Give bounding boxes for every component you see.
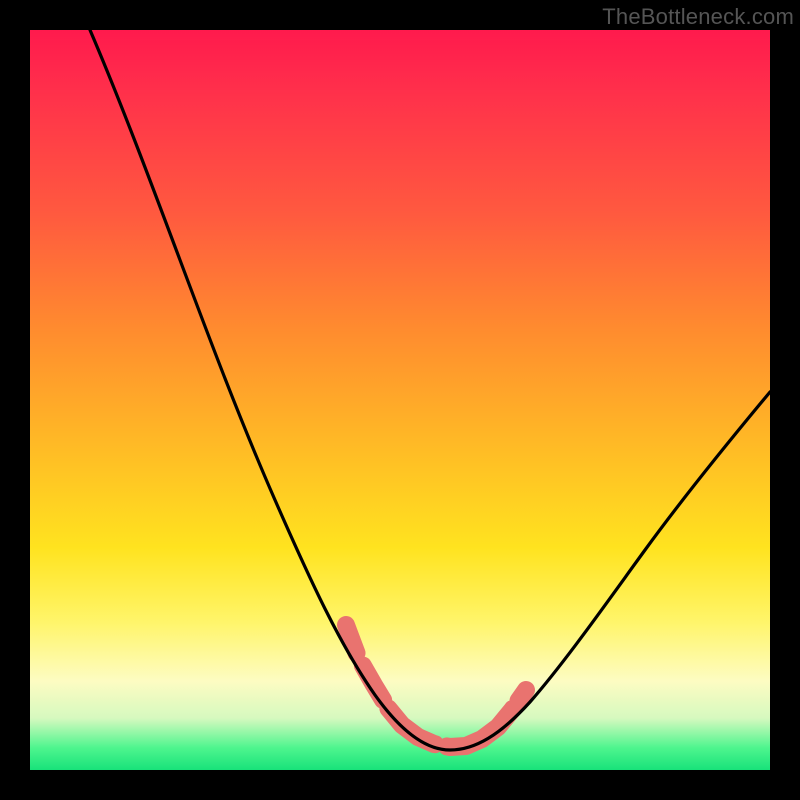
bottleneck-curve-path [90,30,770,750]
chart-plot-area [30,30,770,770]
bottleneck-highlight-path [346,625,526,747]
watermark-text: TheBottleneck.com [602,4,794,30]
chart-frame: TheBottleneck.com [0,0,800,800]
bottleneck-curve-svg [30,30,770,770]
